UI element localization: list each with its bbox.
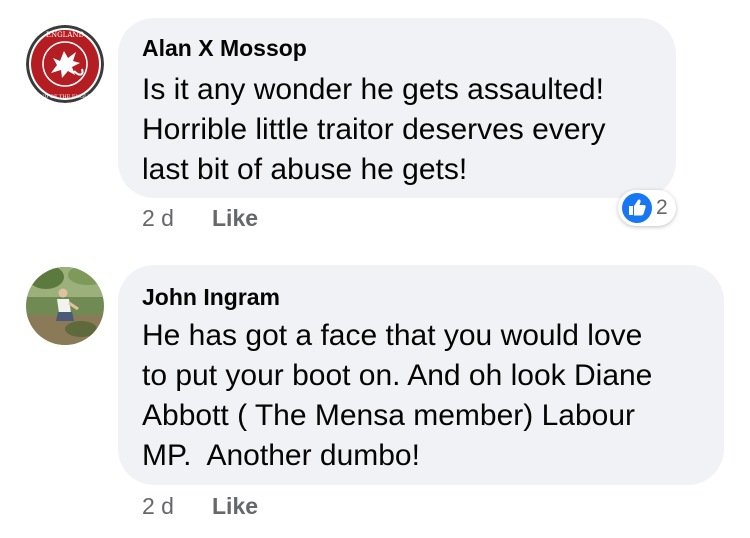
reaction-badge[interactable]: 2 (618, 190, 676, 226)
comment-text-line: Horrible little traitor deserves every (142, 113, 606, 146)
england-dragon-badge-icon: ENGLAND LAND OF THE ENGLISH (26, 25, 104, 103)
comment-text-line: Abbott ( The Mensa member) Labour (142, 399, 636, 432)
comment-timestamp[interactable]: 2 d (142, 493, 174, 520)
comment-author[interactable]: Alan X Mossop (142, 35, 307, 62)
comment-text-line: to put your boot on. And oh look Diane (142, 359, 653, 392)
reaction-count: 2 (656, 196, 668, 219)
badge-bottom-text: LAND OF THE ENGLISH (33, 94, 98, 100)
badge-top-text: ENGLAND (46, 31, 85, 39)
comment-bubble-john: John Ingram He has got a face that you w… (118, 265, 724, 485)
comment-text: He has got a face that you would love to… (142, 316, 712, 476)
like-button[interactable]: Like (212, 205, 258, 232)
comment-text-line: MP. Another dumbo! (142, 439, 420, 472)
comment-text-line: He has got a face that you would love (142, 319, 643, 352)
thumbs-up-icon (622, 193, 652, 223)
comment-timestamp[interactable]: 2 d (142, 205, 174, 232)
comment-bubble-alan: Alan X Mossop Is it any wonder he gets a… (118, 18, 676, 198)
avatar-alan[interactable]: ENGLAND LAND OF THE ENGLISH (26, 25, 104, 103)
comment-text-line: Is it any wonder he gets assaulted! (142, 73, 604, 106)
comment-text-line: last bit of abuse he gets! (142, 153, 468, 186)
comment-text: Is it any wonder he gets assaulted! Horr… (142, 70, 664, 190)
comment-author[interactable]: John Ingram (142, 284, 280, 311)
avatar-john[interactable] (26, 267, 104, 345)
person-photo-icon (26, 267, 104, 345)
like-button[interactable]: Like (212, 493, 258, 520)
